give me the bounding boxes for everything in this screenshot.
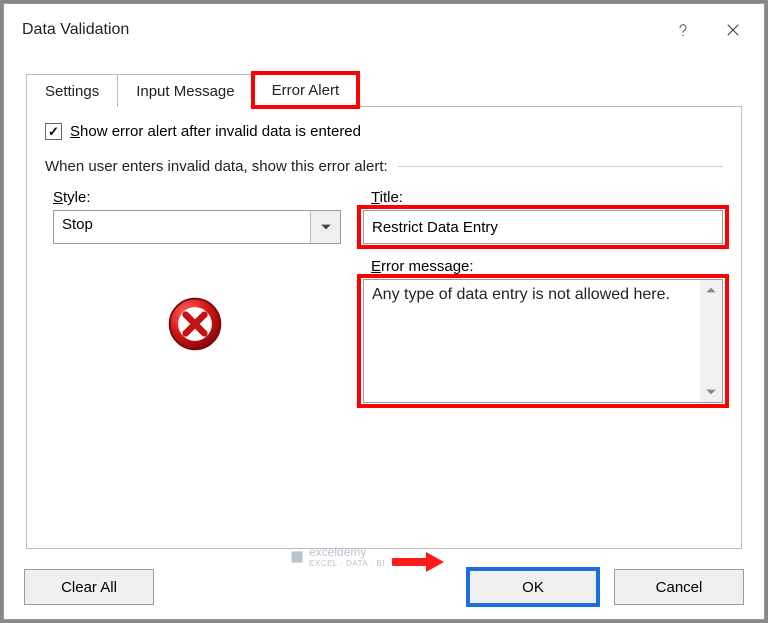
left-column: Style: Stop xyxy=(45,183,345,403)
tab-panel-error-alert: Show error alert after invalid data is e… xyxy=(26,107,742,549)
cancel-button[interactable]: Cancel xyxy=(614,569,744,605)
show-alert-checkbox[interactable] xyxy=(45,123,62,140)
right-column: Title: Error message: xyxy=(363,183,723,403)
style-value: Stop xyxy=(54,211,310,243)
ok-button[interactable]: OK xyxy=(468,569,598,605)
error-message-label: Error message: xyxy=(371,258,723,275)
tab-strip: Settings Input Message Error Alert xyxy=(26,72,742,107)
tab-error-alert[interactable]: Error Alert xyxy=(253,73,359,107)
error-message-input[interactable] xyxy=(364,280,700,402)
help-icon xyxy=(674,21,692,39)
scroll-down-icon xyxy=(705,386,717,398)
style-preview xyxy=(45,294,345,354)
style-select[interactable]: Stop xyxy=(53,210,341,244)
style-label: Style: xyxy=(53,189,345,206)
clear-all-button[interactable]: Clear All xyxy=(24,569,154,605)
group-caption-row: When user enters invalid data, show this… xyxy=(45,158,723,175)
titlebar: Data Validation xyxy=(4,4,764,54)
title-input[interactable] xyxy=(363,210,723,244)
show-alert-label: Show error alert after invalid data is e… xyxy=(70,123,361,140)
help-button[interactable] xyxy=(658,11,708,49)
style-dropdown-button[interactable] xyxy=(310,211,340,243)
group-divider xyxy=(398,166,723,167)
show-alert-row: Show error alert after invalid data is e… xyxy=(45,123,723,140)
group-caption: When user enters invalid data, show this… xyxy=(45,158,388,175)
error-message-scrollbar[interactable] xyxy=(700,280,722,402)
error-message-wrap xyxy=(363,279,723,403)
chevron-down-icon xyxy=(320,221,332,233)
close-icon xyxy=(724,21,742,39)
scroll-up-icon xyxy=(705,284,717,296)
dialog-title: Data Validation xyxy=(22,21,658,39)
dialog-content: Settings Input Message Error Alert Show … xyxy=(4,54,764,563)
stop-error-icon xyxy=(165,294,225,354)
data-validation-dialog: Data Validation Settings Input Message E… xyxy=(3,3,765,620)
tab-input-message[interactable]: Input Message xyxy=(117,74,253,107)
fields-row: Style: Stop xyxy=(45,183,723,403)
tab-settings[interactable]: Settings xyxy=(26,74,118,107)
close-button[interactable] xyxy=(708,11,758,49)
title-label: Title: xyxy=(371,189,723,206)
dialog-buttons: Clear All OK Cancel xyxy=(4,563,764,619)
